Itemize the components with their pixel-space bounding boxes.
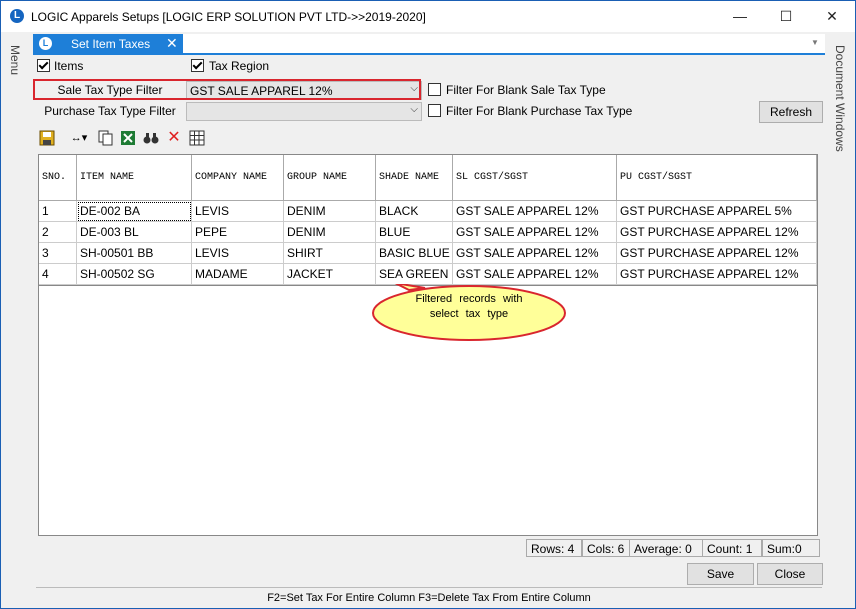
cell-purchase-tax[interactable]: GST PURCHASE APPAREL 12% [617,264,817,285]
save-button[interactable]: Save [687,563,754,585]
app-logo-icon: L [39,37,52,50]
column-header-group-name[interactable]: GROUP NAME [284,155,376,201]
cell-company-name[interactable]: LEVIS [192,201,284,222]
app-logo-icon: L [10,9,24,23]
refresh-button[interactable]: Refresh [759,101,823,123]
blank-sale-tax-label: Filter For Blank Sale Tax Type [446,83,606,97]
cell-company-name[interactable]: MADAME [192,264,284,285]
cell-shade-name[interactable]: BLUE [376,222,453,243]
cell-sale-tax[interactable]: GST SALE APPAREL 12% [453,201,617,222]
cell-group-name[interactable]: DENIM [284,201,376,222]
callout-text: Filtered records with select tax type [415,293,523,320]
maximize-button[interactable]: ☐ [763,1,809,32]
cell-item-name[interactable]: SH-00501 BB [77,243,192,264]
status-count: Count: 1 [702,539,762,557]
tax-region-label: Tax Region [209,59,270,73]
cell-company-name[interactable]: PEPE [192,222,284,243]
tab-label: Set Item Taxes [71,37,151,51]
document-windows-label[interactable]: Document Windows [833,45,847,152]
cell-item-name[interactable]: DE-002 BA [77,201,192,222]
cell-sale-tax[interactable]: GST SALE APPAREL 12% [453,264,617,285]
excel-icon[interactable] [119,130,137,146]
purchase-tax-filter-label: Purchase Tax Type Filter [37,102,183,121]
table-row[interactable]: 1 DE-002 BA LEVIS DENIM BLACK GST SALE A… [39,201,817,222]
column-header-company-name[interactable]: COMPANY NAME [192,155,284,201]
cell-purchase-tax[interactable]: GST PURCHASE APPAREL 12% [617,222,817,243]
cell-sno[interactable]: 3 [39,243,77,264]
column-header-item-name[interactable]: ITEM NAME [77,155,192,201]
shortcut-hint: F2=Set Tax For Entire Column F3=Delete T… [36,587,822,608]
cell-sno[interactable]: 4 [39,264,77,285]
cell-shade-name[interactable]: BLACK [376,201,453,222]
sale-filter-highlight [33,79,421,100]
app-window: L LOGIC Apparels Setups [LOGIC ERP SOLUT… [0,0,856,609]
tax-region-checkbox[interactable] [191,59,204,72]
chevron-down-icon: ⌵ [410,104,418,115]
grid-icon[interactable] [188,130,206,146]
minimize-button[interactable]: — [717,1,763,32]
blank-sale-tax-checkbox[interactable] [428,83,441,96]
copy-icon[interactable] [96,130,114,146]
menu-panel-label[interactable]: Menu [8,45,22,75]
cell-shade-name[interactable]: BASIC BLUE [376,243,453,264]
window-title: LOGIC Apparels Setups [LOGIC ERP SOLUTIO… [31,10,426,24]
column-header-sl-cgst-sgst[interactable]: SL CGST/SGST [453,155,617,201]
blank-purchase-tax-label: Filter For Blank Purchase Tax Type [446,104,633,118]
status-average: Average: 0 [629,539,705,557]
close-button[interactable]: Close [757,563,823,585]
status-sum: Sum:0 [762,539,820,557]
cell-sale-tax[interactable]: GST SALE APPAREL 12% [453,243,617,264]
purchase-tax-filter-select[interactable]: ⌵ [186,102,422,121]
menu-panel[interactable] [1,34,31,608]
cell-item-name[interactable]: SH-00502 SG [77,264,192,285]
tab-set-item-taxes[interactable]: L Set Item Taxes ✕ [33,34,183,53]
delete-icon[interactable]: ✕ [165,130,183,146]
tab-dropdown-icon[interactable]: ▼ [811,38,819,47]
title-bar: L LOGIC Apparels Setups [LOGIC ERP SOLUT… [1,1,855,32]
column-header-sno[interactable]: SNO. [39,155,77,201]
cell-company-name[interactable]: LEVIS [192,243,284,264]
item-tax-grid[interactable]: SNO. ITEM NAME COMPANY NAME GROUP NAME S… [38,154,818,536]
table-row[interactable]: 2 DE-003 BL PEPE DENIM BLUE GST SALE APP… [39,222,817,243]
column-header-pu-cgst-sgst[interactable]: PU CGST/SGST [617,155,817,201]
close-window-button[interactable]: ✕ [809,1,855,32]
cell-sno[interactable]: 2 [39,222,77,243]
status-rows: Rows: 4 [526,539,582,557]
cell-purchase-tax[interactable]: GST PURCHASE APPAREL 12% [617,243,817,264]
tab-close-icon[interactable]: ✕ [166,35,178,52]
column-width-icon[interactable]: ↔▾ [66,130,92,146]
cell-group-name[interactable]: JACKET [284,264,376,285]
save-icon[interactable] [38,130,56,146]
cell-shade-name[interactable]: SEA GREEN [376,264,453,285]
cell-group-name[interactable]: DENIM [284,222,376,243]
cell-sale-tax[interactable]: GST SALE APPAREL 12% [453,222,617,243]
table-row[interactable]: 3 SH-00501 BB LEVIS SHIRT BASIC BLUE GST… [39,243,817,264]
cell-group-name[interactable]: SHIRT [284,243,376,264]
cell-purchase-tax[interactable]: GST PURCHASE APPAREL 5% [617,201,817,222]
blank-purchase-tax-checkbox[interactable] [428,104,441,117]
cell-item-name[interactable]: DE-003 BL [77,222,192,243]
items-label: Items [54,59,84,73]
items-checkbox[interactable] [37,59,50,72]
table-row[interactable]: 4 SH-00502 SG MADAME JACKET SEA GREEN GS… [39,264,817,285]
tab-strip: L Set Item Taxes ✕ ▼ [33,34,825,55]
column-header-shade-name[interactable]: SHADE NAME [376,155,453,201]
find-icon[interactable] [142,130,160,146]
cell-sno[interactable]: 1 [39,201,77,222]
